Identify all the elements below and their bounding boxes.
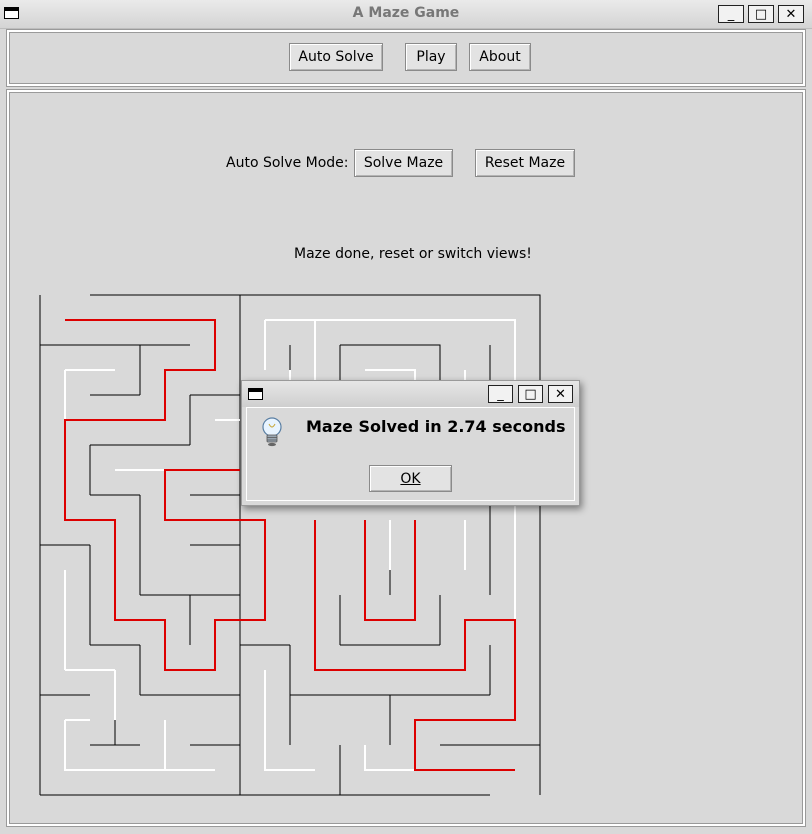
dialog-titlebar[interactable]: _ □ ✕ xyxy=(242,381,579,407)
ok-button[interactable]: OK xyxy=(369,465,452,492)
message-dialog: _ □ ✕ Maze Solved in 2.74 seconds OK xyxy=(241,380,580,506)
lightbulb-icon xyxy=(262,417,282,447)
ok-button-label: OK xyxy=(400,470,421,487)
dialog-maximize-icon[interactable]: □ xyxy=(518,385,543,403)
dialog-menu-icon[interactable] xyxy=(248,388,263,400)
dialog-minimize-icon[interactable]: _ xyxy=(488,385,513,403)
dialog-message: Maze Solved in 2.74 seconds xyxy=(306,417,566,436)
dialog-close-icon[interactable]: ✕ xyxy=(548,385,573,403)
